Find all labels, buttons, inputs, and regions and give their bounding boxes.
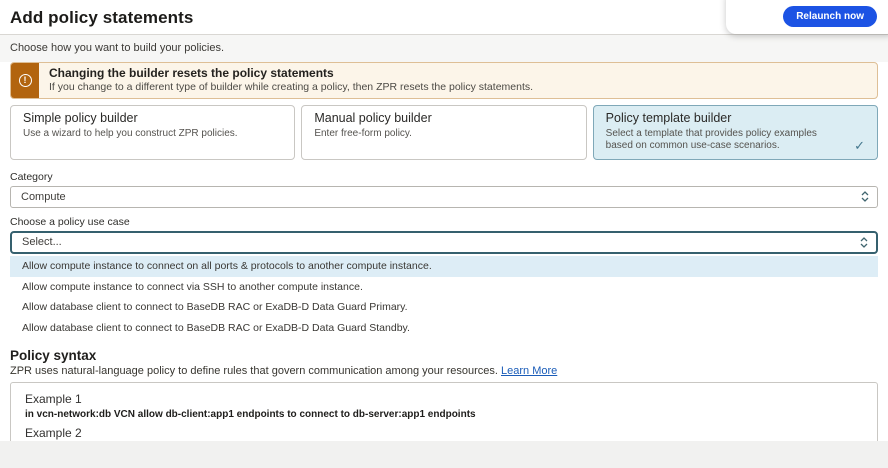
relaunch-now-button[interactable]: Relaunch now	[783, 6, 877, 27]
select-chevrons-icon	[861, 191, 869, 202]
use-case-option[interactable]: Allow compute instance to connect via SS…	[10, 277, 878, 298]
warning-banner: ! Changing the builder resets the policy…	[10, 62, 878, 99]
example-label: Example 1	[25, 392, 863, 406]
use-case-select[interactable]: Select...	[10, 231, 878, 254]
card-description: Enter free-form policy.	[314, 128, 573, 141]
use-case-option[interactable]: Allow database client to connect to Base…	[10, 297, 878, 318]
category-value: Compute	[21, 191, 66, 203]
builder-cards: Simple policy builder Use a wizard to he…	[10, 105, 878, 160]
card-title: Policy template builder	[606, 111, 865, 126]
use-case-option[interactable]: Allow database client to connect to Base…	[10, 318, 878, 339]
card-title: Simple policy builder	[23, 111, 282, 126]
card-description: Select a template that provides policy e…	[606, 128, 865, 153]
selected-check-icon: ✓	[854, 139, 865, 152]
policy-syntax-description: ZPR uses natural-language policy to defi…	[10, 365, 878, 377]
card-title: Manual policy builder	[314, 111, 573, 126]
add-policy-statements-panel: Add policy statements Choose how you wan…	[0, 0, 888, 441]
example-label: Example 2	[25, 426, 863, 440]
use-case-label: Choose a policy use case	[10, 216, 878, 228]
card-description: Use a wizard to help you construct ZPR p…	[23, 128, 282, 141]
example-code: in vcn-network:db VCN allow db-client:ap…	[25, 409, 863, 421]
policy-syntax-heading: Policy syntax	[10, 348, 878, 363]
relaunch-popup: Relaunch now	[726, 0, 888, 34]
warning-title: Changing the builder resets the policy s…	[49, 66, 533, 80]
use-case-option[interactable]: Allow compute instance to connect on all…	[10, 256, 878, 277]
card-policy-template-builder[interactable]: Policy template builder Select a templat…	[593, 105, 878, 160]
card-manual-policy-builder[interactable]: Manual policy builder Enter free-form po…	[301, 105, 586, 160]
examples-box: Example 1 in vcn-network:db VCN allow db…	[10, 382, 878, 441]
learn-more-link[interactable]: Learn More	[501, 365, 557, 377]
warning-body: If you change to a different type of bui…	[49, 81, 533, 94]
use-case-dropdown: Allow compute instance to connect on all…	[10, 256, 878, 338]
category-select[interactable]: Compute	[10, 186, 878, 208]
card-simple-policy-builder[interactable]: Simple policy builder Use a wizard to he…	[10, 105, 295, 160]
intro-text: Choose how you want to build your polici…	[0, 35, 888, 62]
warning-icon: !	[11, 63, 39, 98]
select-chevrons-icon	[860, 237, 868, 248]
use-case-value: Select...	[22, 236, 62, 248]
category-label: Category	[10, 171, 878, 183]
